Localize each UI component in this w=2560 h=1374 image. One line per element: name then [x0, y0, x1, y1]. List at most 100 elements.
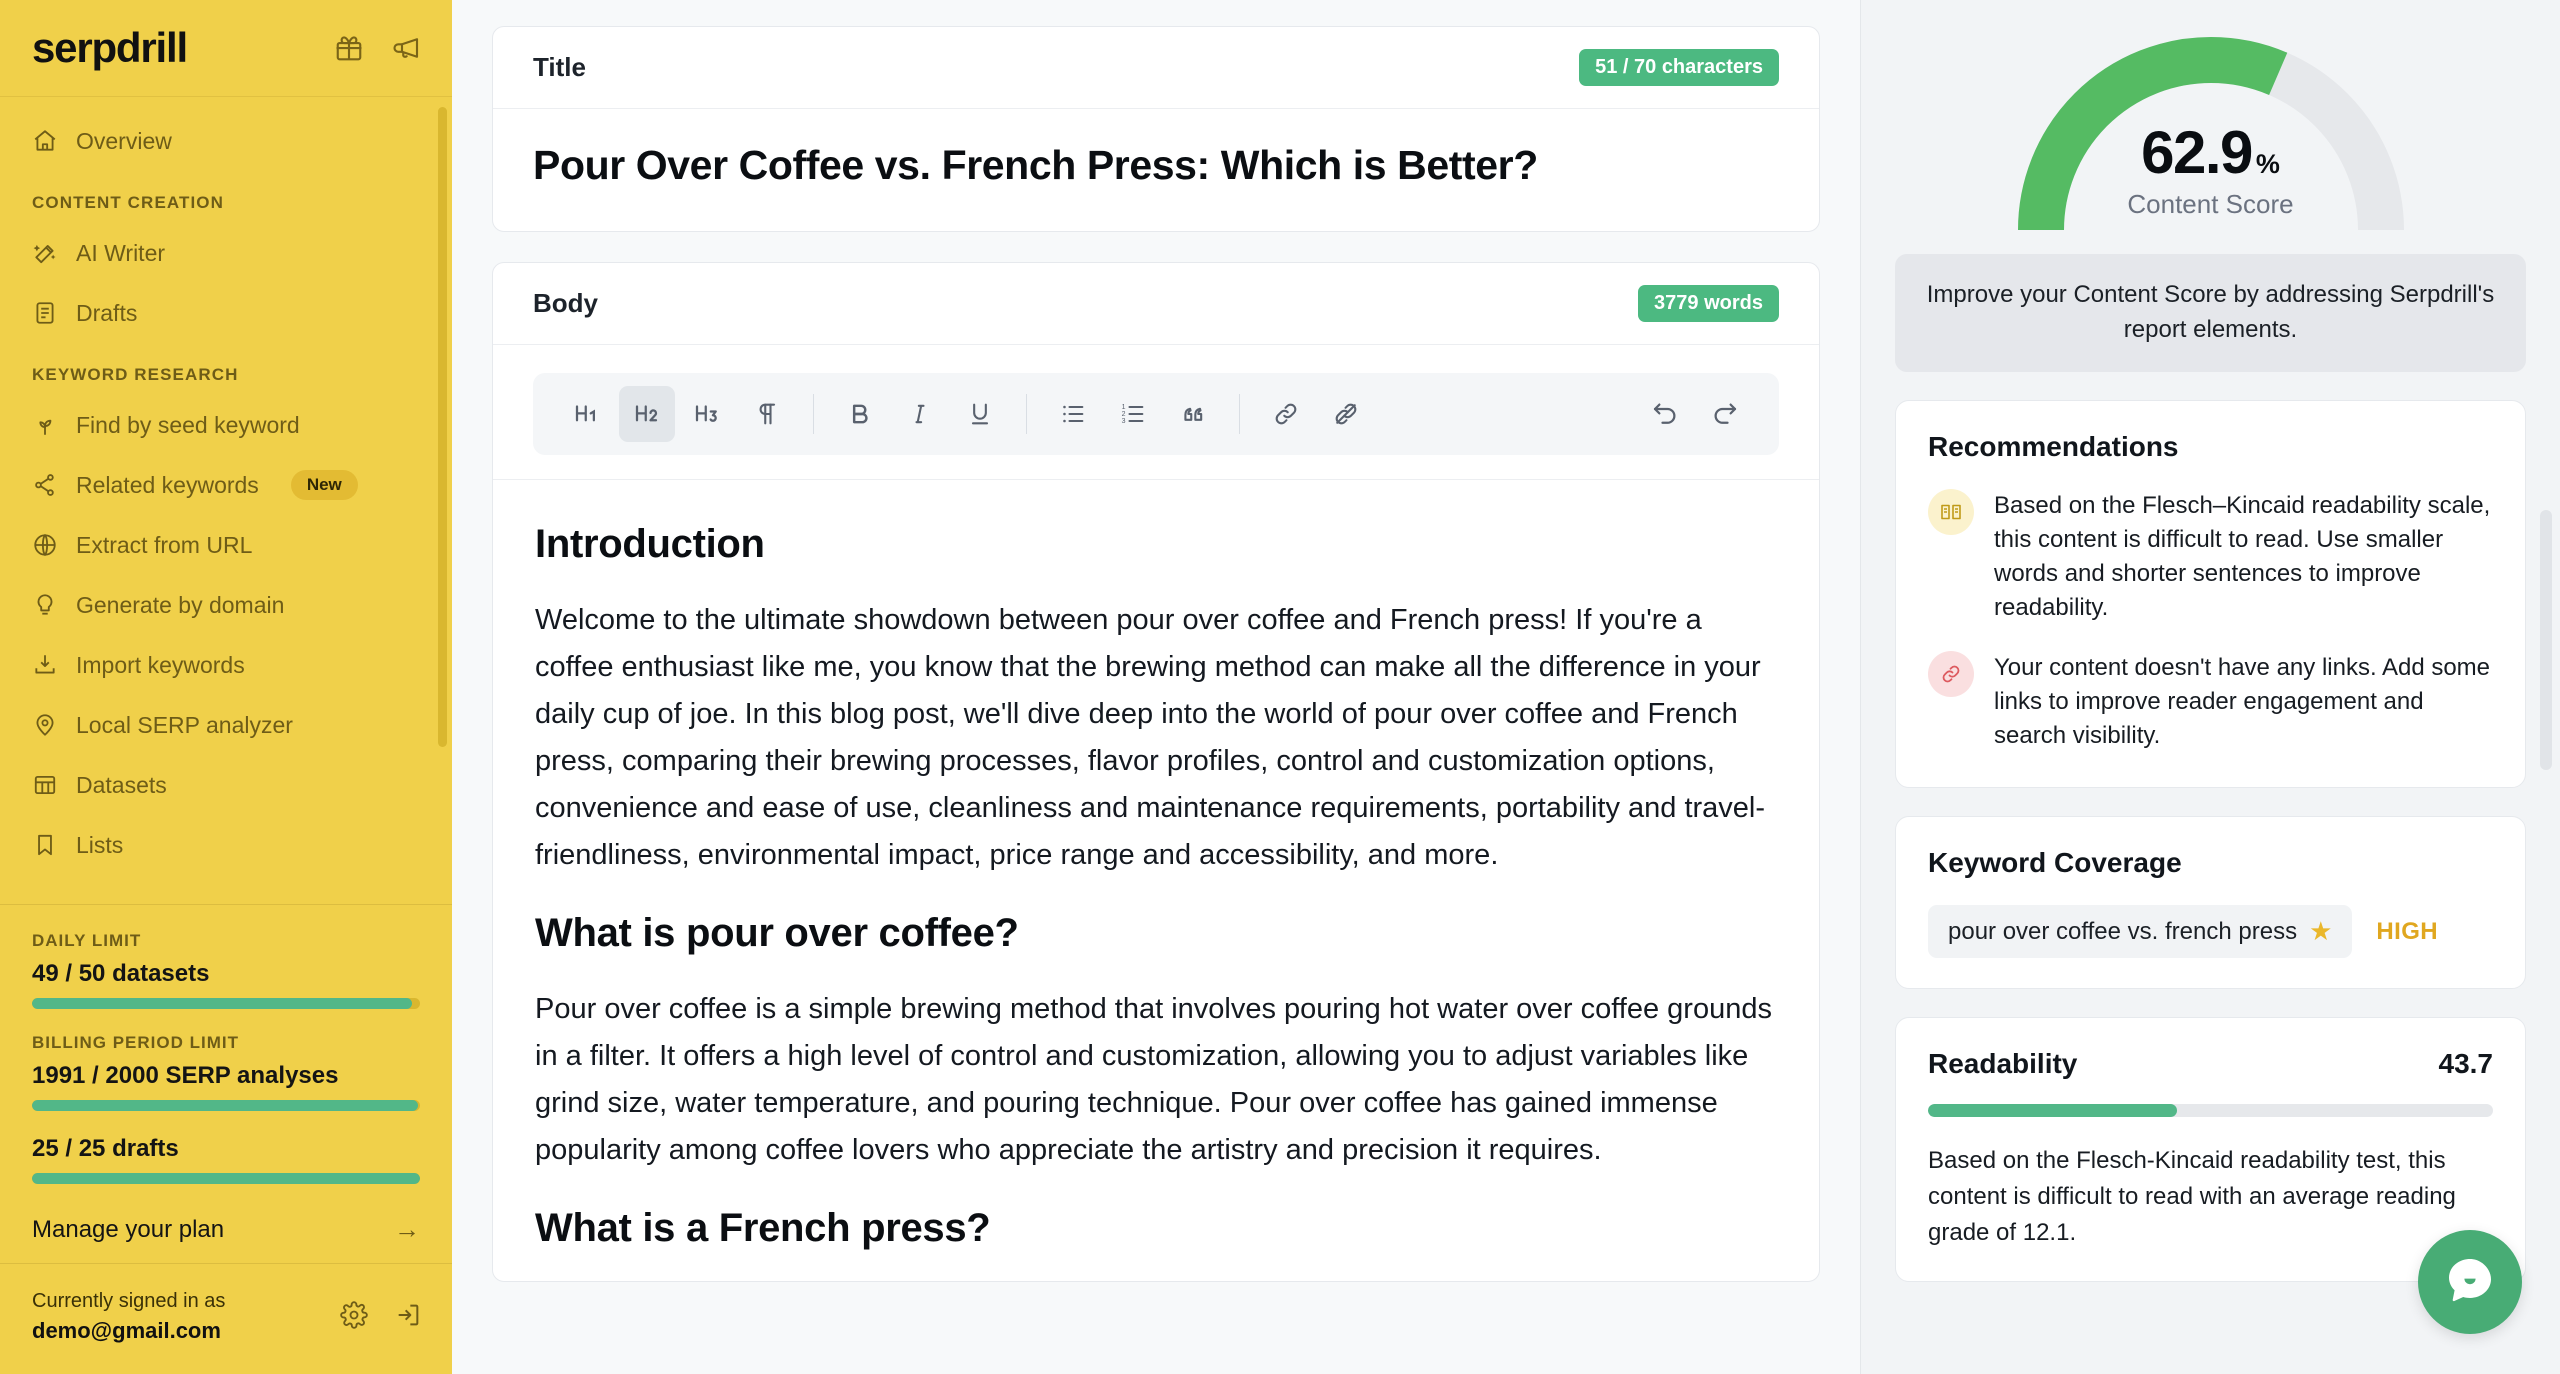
- body-card-label: Body: [533, 288, 598, 319]
- sidebar-item-label: Local SERP analyzer: [76, 711, 293, 738]
- sidebar-footer: Currently signed in as demo@gmail.com: [0, 1263, 452, 1374]
- daily-limit-progress: [32, 998, 420, 1009]
- readability-text: Based on the Flesch-Kincaid readability …: [1928, 1147, 2456, 1247]
- gauge-center-labels: 62.9% Content Score: [2001, 118, 2421, 220]
- bold-button[interactable]: [832, 386, 888, 442]
- recommendation-item: Based on the Flesch–Kincaid readability …: [1928, 488, 2493, 625]
- sidebar-item-label: Lists: [76, 831, 124, 858]
- sidebar-item-lists[interactable]: Lists: [0, 815, 452, 875]
- drafts-progress: [32, 1173, 420, 1184]
- serp-analyses-progress: [32, 1100, 420, 1111]
- heading-3-button[interactable]: [679, 386, 735, 442]
- svg-text:3: 3: [1122, 418, 1126, 425]
- report-panel: 62.9% Content Score Improve your Content…: [1860, 0, 2560, 1374]
- magic-wand-icon: [32, 240, 58, 266]
- numbered-list-button[interactable]: 123: [1105, 386, 1161, 442]
- content-score-gauge-wrap: 62.9% Content Score: [1895, 0, 2526, 250]
- billing-limit-label: BILLING PERIOD LIMIT: [32, 1033, 239, 1052]
- sidebar-header-actions: [334, 33, 422, 63]
- chat-widget-button[interactable]: [2418, 1230, 2522, 1334]
- keyword-level-badge: HIGH: [2376, 917, 2438, 945]
- readability-card: Readability 43.7 Based on the Flesch-Kin…: [1895, 1017, 2526, 1283]
- sidebar-item-label: Drafts: [76, 299, 138, 326]
- heading-2-button[interactable]: [619, 386, 675, 443]
- network-icon: [32, 472, 58, 498]
- daily-limit-value: 49 / 50 datasets: [32, 960, 210, 987]
- sidebar-nav: Overview CONTENT CREATION AI Writer Draf…: [0, 97, 452, 904]
- serp-analyses-value: 1991 / 2000 SERP analyses: [32, 1062, 339, 1089]
- import-icon: [32, 652, 58, 678]
- sidebar-item-ai-writer[interactable]: AI Writer: [0, 223, 452, 283]
- sidebar-item-overview[interactable]: Overview: [0, 111, 452, 171]
- gift-icon[interactable]: [334, 33, 364, 63]
- bullet-list-button[interactable]: [1045, 386, 1101, 442]
- table-icon: [32, 772, 58, 798]
- body-editor[interactable]: Introduction Welcome to the ultimate sho…: [493, 480, 1819, 1251]
- manage-plan-link[interactable]: Manage your plan →: [32, 1208, 420, 1245]
- sidebar-item-import-keywords[interactable]: Import keywords: [0, 635, 452, 695]
- editor-main: Title 51 / 70 characters Pour Over Coffe…: [452, 0, 1860, 1374]
- globe-icon: [32, 532, 58, 558]
- svg-text:2: 2: [1122, 411, 1126, 418]
- blockquote-button[interactable]: [1165, 386, 1221, 442]
- unlink-button[interactable]: [1318, 386, 1374, 442]
- sidebar-section-content-creation: CONTENT CREATION: [32, 193, 224, 212]
- content-score-percent-symbol: %: [2255, 149, 2280, 179]
- content-score-value: 62.9: [2141, 119, 2253, 186]
- sidebar-item-label: Overview: [76, 127, 172, 154]
- sidebar-item-find-by-seed-keyword[interactable]: Find by seed keyword: [0, 395, 452, 455]
- app-root: serpdrill Overview CONTENT CREATION AI W…: [0, 0, 2560, 1374]
- sidebar-item-label: Extract from URL: [76, 531, 253, 558]
- paragraph-button[interactable]: [739, 386, 795, 442]
- signed-in-label: Currently signed in as: [32, 1290, 226, 1312]
- keyword-chip[interactable]: pour over coffee vs. french press ★: [1928, 905, 2353, 959]
- toolbar-divider: [813, 394, 814, 435]
- word-counter-badge: 3779 words: [1638, 285, 1779, 323]
- editor-toolbar-wrap: 123: [493, 345, 1819, 481]
- body-card: Body 3779 words 1 2 3 Introduction Welco…: [492, 262, 1820, 1283]
- keyword-coverage-row: pour over coffee vs. french press ★ HIGH: [1928, 905, 2493, 959]
- sidebar-item-label: Related keywords: [76, 471, 259, 498]
- gauge-value-row: 62.9%: [2001, 118, 2421, 187]
- heading-1-button[interactable]: [559, 386, 615, 442]
- title-input[interactable]: Pour Over Coffee vs. French Press: Which…: [493, 109, 1819, 231]
- svg-text:1: 1: [1122, 404, 1126, 411]
- title-card-label: Title: [533, 52, 586, 82]
- sidebar-item-related-keywords[interactable]: Related keywords New: [0, 455, 452, 515]
- italic-button[interactable]: [892, 386, 948, 442]
- redo-button[interactable]: [1697, 386, 1753, 442]
- keyword-coverage-title: Keyword Coverage: [1928, 847, 2182, 879]
- logout-icon[interactable]: [394, 1301, 422, 1334]
- lightbulb-icon: [32, 592, 58, 618]
- drafts-value: 25 / 25 drafts: [32, 1135, 179, 1162]
- content-score-caption: Content Score: [2127, 189, 2294, 219]
- daily-limit-label: DAILY LIMIT: [32, 931, 142, 950]
- sprout-icon: [32, 412, 58, 438]
- signed-in-email: demo@gmail.com: [32, 1318, 221, 1343]
- sidebar-item-datasets[interactable]: Datasets: [0, 755, 452, 815]
- doc-heading-introduction: Introduction: [535, 522, 765, 567]
- sidebar-item-local-serp-analyzer[interactable]: Local SERP analyzer: [0, 695, 452, 755]
- document-icon: [32, 300, 58, 326]
- undo-button[interactable]: [1637, 386, 1693, 442]
- arrow-right-icon: →: [394, 1214, 420, 1244]
- app-logo[interactable]: serpdrill: [32, 27, 188, 69]
- sidebar-item-extract-from-url[interactable]: Extract from URL: [0, 515, 452, 575]
- sidebar-usage-limits: DAILY LIMIT 49 / 50 datasets BILLING PER…: [0, 904, 452, 1263]
- link-button[interactable]: [1258, 386, 1314, 442]
- sidebar-item-generate-by-domain[interactable]: Generate by domain: [0, 575, 452, 635]
- home-icon: [32, 128, 58, 154]
- recommendations-title: Recommendations: [1928, 430, 2179, 462]
- sidebar-item-drafts[interactable]: Drafts: [0, 283, 452, 343]
- readability-header: Readability 43.7: [1928, 1048, 2493, 1080]
- readability-title: Readability: [1928, 1048, 2078, 1080]
- underline-button[interactable]: [952, 386, 1008, 442]
- map-pin-icon: [32, 712, 58, 738]
- book-icon: [1928, 488, 1974, 535]
- body-card-header: Body 3779 words: [493, 263, 1819, 346]
- signed-in-block: Currently signed in as demo@gmail.com: [32, 1290, 225, 1344]
- title-card: Title 51 / 70 characters Pour Over Coffe…: [492, 26, 1820, 233]
- report-panel-scrollbar[interactable]: [2540, 510, 2552, 770]
- megaphone-icon[interactable]: [392, 33, 422, 63]
- gear-icon[interactable]: [340, 1300, 368, 1334]
